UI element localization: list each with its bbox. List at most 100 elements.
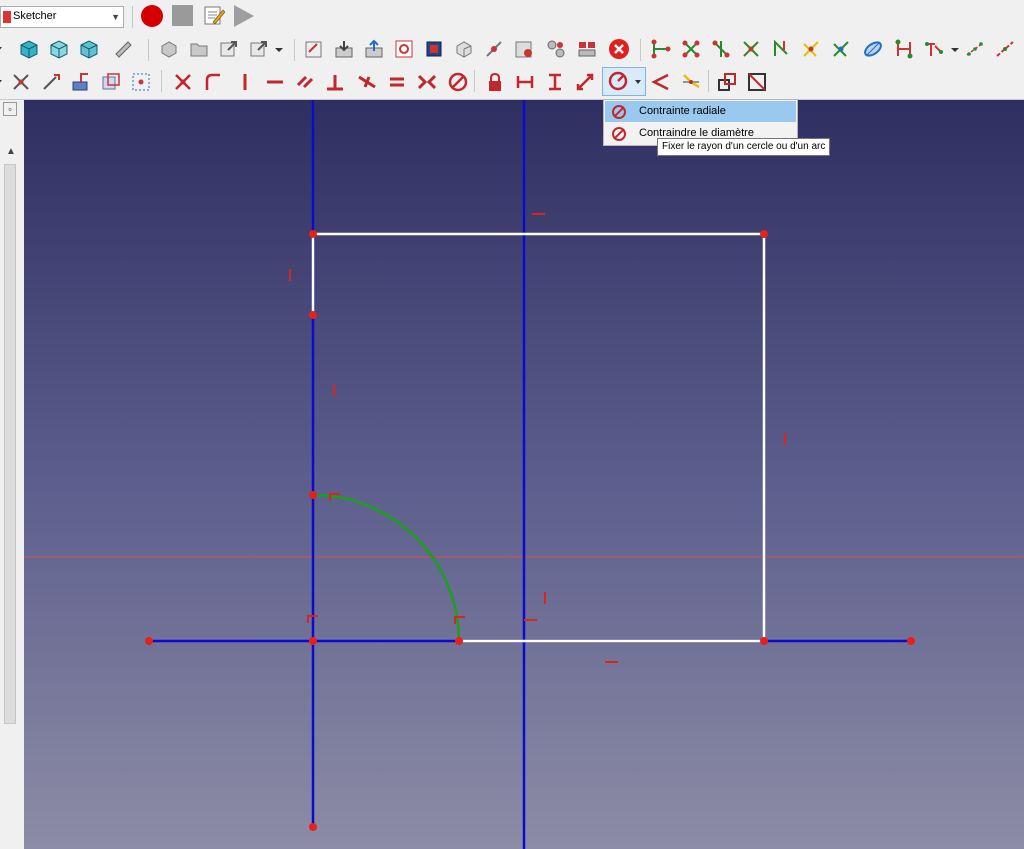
toggle-driving-constraint-icon[interactable] (716, 71, 738, 93)
view-section-icon[interactable] (423, 38, 445, 60)
sketch-drawing[interactable] (24, 100, 1024, 849)
chevron-down-icon[interactable] (272, 38, 286, 60)
vertical-constraint-icon[interactable] (234, 71, 256, 93)
main-toolbar-row-1: Sketcher ▼ (0, 0, 1024, 33)
edit-sketch-icon[interactable] (333, 38, 355, 60)
vertex-point[interactable] (309, 823, 317, 831)
symmetric-constraint-icon[interactable] (416, 71, 438, 93)
toolbar-separator (132, 6, 133, 28)
workbench-selector-value: Sketcher (13, 10, 57, 22)
chevron-down-icon: ▼ (111, 12, 120, 22)
select-origin-icon[interactable] (680, 38, 702, 60)
undock-icon[interactable]: ▫ (3, 102, 17, 116)
vertex-point[interactable] (455, 637, 463, 645)
parallel-constraint-icon[interactable] (294, 71, 316, 93)
close-sketch-icon[interactable] (608, 38, 630, 60)
perpendicular-constraint-icon[interactable] (324, 71, 346, 93)
select-conflicting-constraints-icon[interactable] (800, 38, 822, 60)
lock-constraint-icon[interactable] (484, 71, 506, 93)
reorient-sketch-icon[interactable] (483, 38, 505, 60)
vertex-point[interactable] (309, 637, 317, 645)
constraints-toolbar (0, 65, 1024, 100)
snell-law-constraint-icon[interactable] (680, 71, 702, 93)
toolbar-separator (294, 39, 295, 61)
select-redundant-constraints-icon[interactable] (770, 38, 792, 60)
leave-sketch-icon[interactable] (363, 38, 385, 60)
measure-ruler-icon[interactable] (112, 38, 134, 60)
toolbar-separator (708, 70, 709, 92)
mirror-sketch-icon[interactable] (576, 38, 598, 60)
coincident-constraint-icon[interactable] (172, 71, 194, 93)
clone-icon[interactable] (923, 38, 945, 60)
merge-sketches-icon[interactable] (545, 38, 567, 60)
toggle-active-constraint-icon[interactable] (746, 71, 768, 93)
extend-edge-icon[interactable] (40, 71, 62, 93)
block-constraint-icon[interactable] (447, 71, 469, 93)
vertical-scrollbar[interactable] (4, 164, 16, 724)
external-geometry-icon[interactable] (70, 71, 92, 93)
combo-view-collapsed-panel: ▫ ▲ (0, 100, 24, 849)
carbon-copy-icon[interactable] (100, 71, 122, 93)
tangent-constraint-icon[interactable] (356, 71, 378, 93)
view-right-icon[interactable] (78, 38, 100, 60)
toolbar-separator (161, 70, 162, 92)
select-horizontal-axis-icon[interactable] (740, 38, 762, 60)
distance-constraint-icon[interactable] (574, 71, 596, 93)
macro-run-icon[interactable] (234, 5, 254, 27)
restore-internal-alignment-icon[interactable] (862, 38, 884, 60)
view-top-icon[interactable] (48, 38, 70, 60)
view-dropdown-arrow-icon[interactable] (0, 38, 6, 60)
macro-record-icon[interactable] (141, 5, 163, 27)
tooltip: Fixer le rayon d'un cercle ou d'un arc (657, 138, 831, 156)
rectangular-array-icon[interactable] (964, 38, 986, 60)
diameter-constraint-icon (612, 127, 626, 141)
vertex-point[interactable] (309, 230, 317, 238)
trim-edge-icon[interactable] (10, 71, 32, 93)
validate-sketch-icon[interactable] (513, 38, 535, 60)
horizontal-constraint-icon[interactable] (264, 71, 286, 93)
sketch-viewport[interactable] (24, 100, 1024, 849)
part-create-icon[interactable] (158, 38, 180, 60)
vertex-point[interactable] (760, 637, 768, 645)
vertex-point[interactable] (907, 637, 915, 645)
scroll-up-arrow-icon[interactable]: ▲ (2, 146, 20, 162)
toolbar-overflow-arrow-icon[interactable] (0, 71, 6, 93)
export-link-icon[interactable] (218, 38, 240, 60)
delete-all-geometry-icon[interactable] (994, 38, 1016, 60)
new-sketch-icon[interactable] (303, 38, 325, 60)
radius-constraint-icon (608, 71, 628, 91)
vertex-point[interactable] (309, 491, 317, 499)
select-constraints-icon[interactable] (650, 38, 672, 60)
toolbar-separator (640, 39, 641, 61)
horizontal-distance-icon[interactable] (514, 71, 536, 93)
map-sketch-icon[interactable] (453, 38, 475, 60)
main-toolbar-row-2 (0, 33, 1024, 65)
workbench-selector[interactable]: Sketcher ▼ (0, 6, 124, 28)
macro-edit-icon[interactable] (203, 4, 225, 26)
chevron-down-icon[interactable] (948, 38, 962, 60)
vertical-distance-icon[interactable] (544, 71, 566, 93)
sketch-vertices[interactable] (145, 230, 915, 831)
menu-item-label: Contrainte radiale (639, 105, 726, 117)
geometry-arc[interactable] (312, 493, 461, 642)
toolbar-separator (474, 70, 475, 92)
vertex-point[interactable] (760, 230, 768, 238)
radius-constraint-dropdown-button[interactable] (602, 67, 646, 96)
vertex-point[interactable] (145, 637, 153, 645)
vertex-point[interactable] (309, 311, 317, 319)
symmetry-icon[interactable] (893, 38, 915, 60)
view-sketch-icon[interactable] (393, 38, 415, 60)
select-elements-associated-icon[interactable] (830, 38, 852, 60)
point-on-object-icon[interactable] (202, 71, 224, 93)
sketcher-logo-icon (3, 11, 11, 23)
macro-stop-icon[interactable] (172, 5, 193, 26)
construction-mode-icon[interactable] (130, 71, 152, 93)
group-folder-icon[interactable] (188, 38, 210, 60)
angle-constraint-icon[interactable] (650, 71, 672, 93)
link-actions-icon[interactable] (248, 38, 270, 60)
select-vertical-axis-icon[interactable] (710, 38, 732, 60)
view-front-icon[interactable] (18, 38, 40, 60)
toolbar-separator (148, 39, 149, 61)
menu-item-radius-constraint[interactable]: Contrainte radiale (605, 101, 796, 122)
equal-constraint-icon[interactable] (386, 71, 408, 93)
